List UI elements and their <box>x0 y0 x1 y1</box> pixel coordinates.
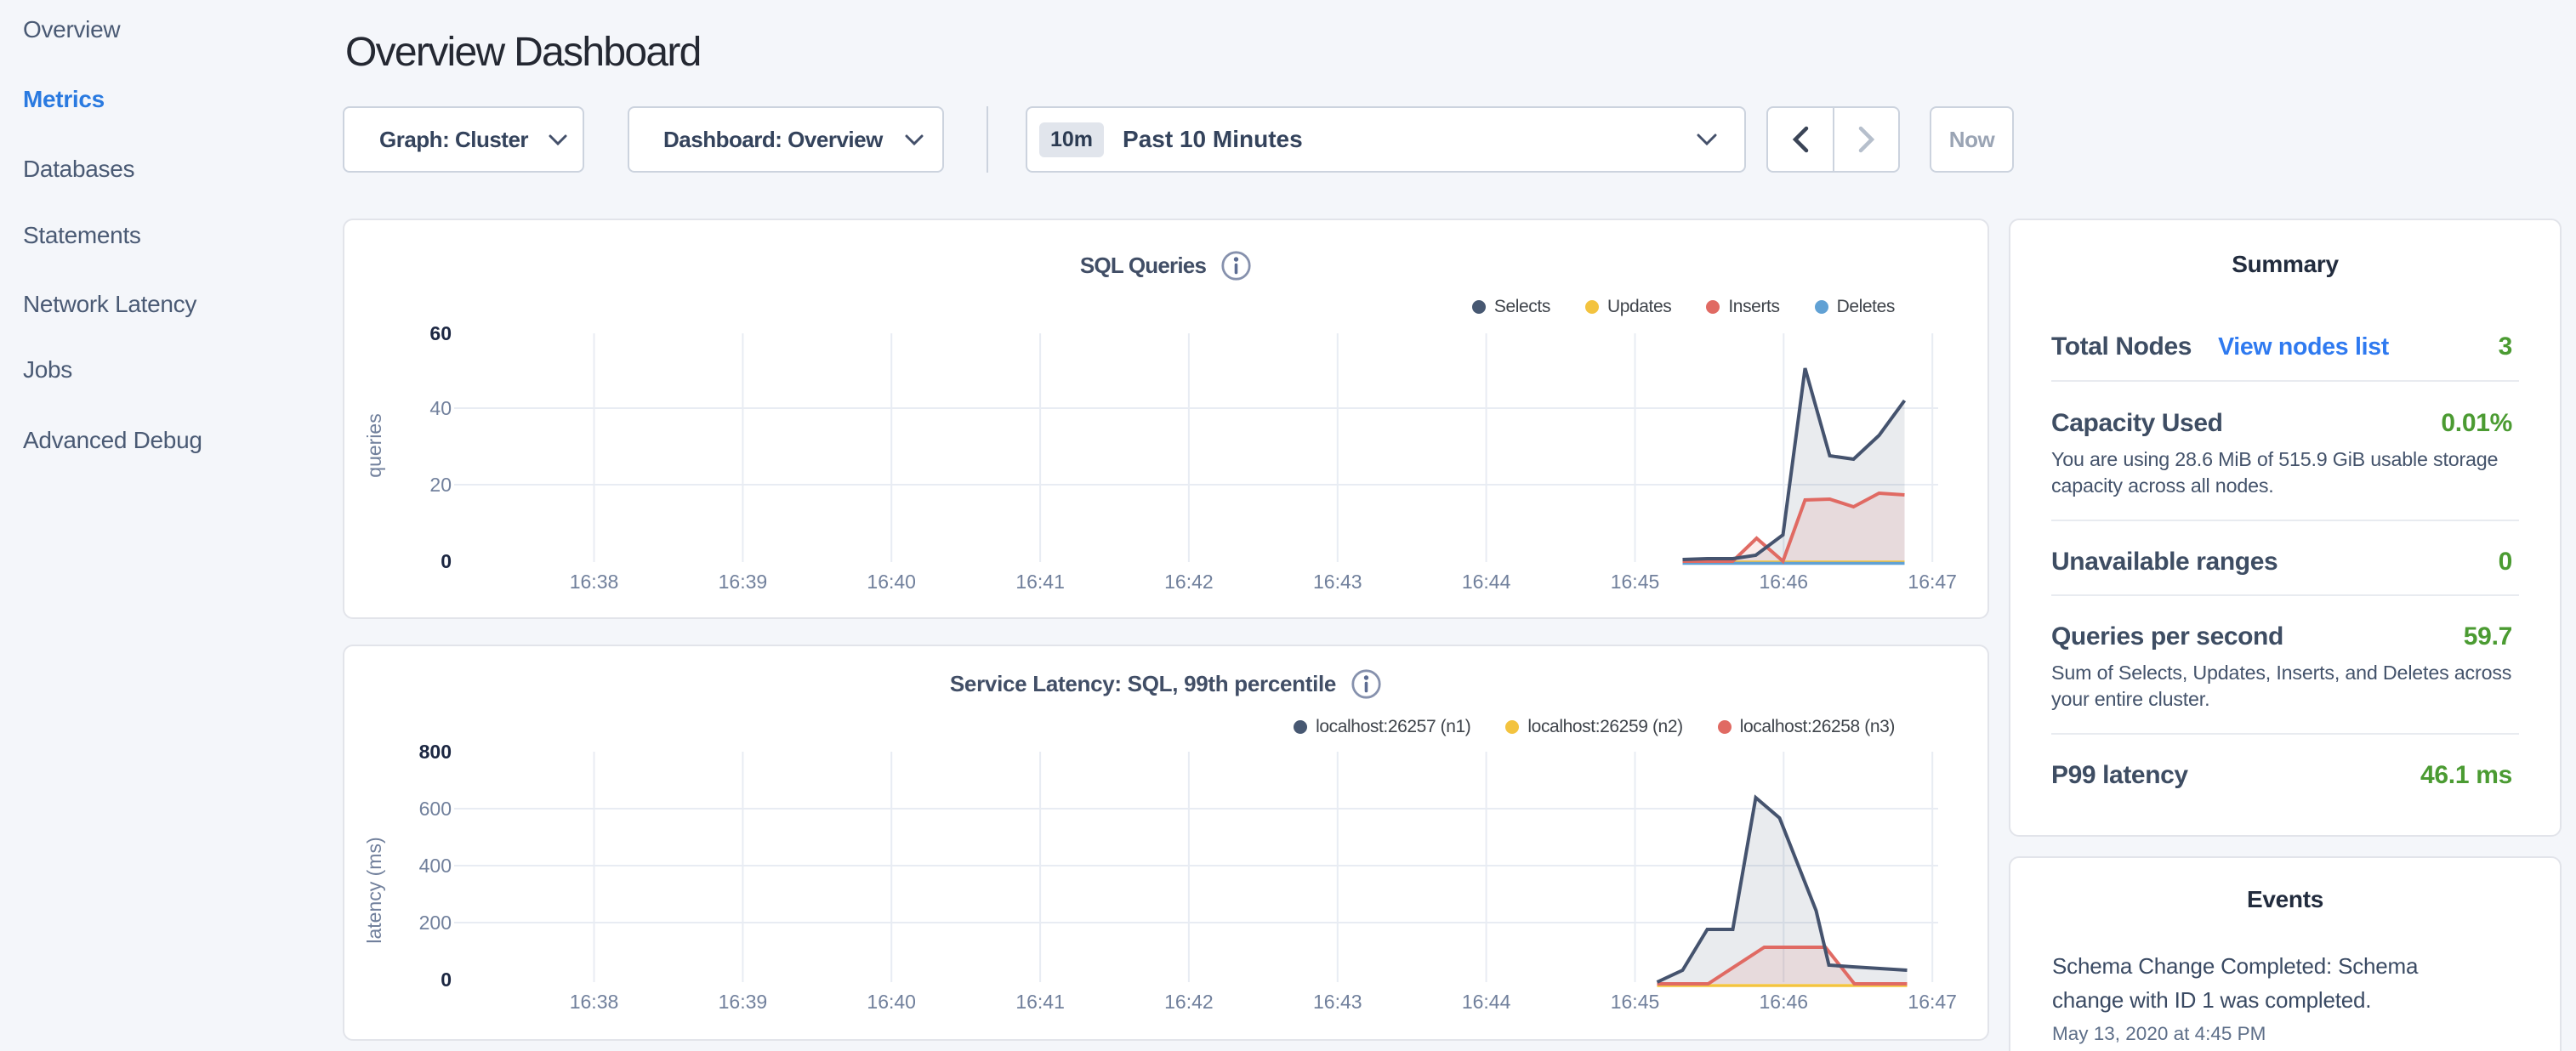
svg-text:16:40: 16:40 <box>867 991 916 1013</box>
svg-text:16:39: 16:39 <box>719 571 768 593</box>
svg-text:16:38: 16:38 <box>570 571 619 593</box>
svg-text:16:41: 16:41 <box>1015 991 1065 1013</box>
svg-text:600: 600 <box>419 798 452 820</box>
svg-text:400: 400 <box>419 855 452 877</box>
svg-text:40: 40 <box>429 397 452 419</box>
svg-text:16:46: 16:46 <box>1760 991 1809 1013</box>
svg-text:0: 0 <box>441 969 452 991</box>
svg-text:16:44: 16:44 <box>1462 991 1511 1013</box>
svg-text:16:42: 16:42 <box>1164 991 1214 1013</box>
svg-text:16:45: 16:45 <box>1611 571 1660 593</box>
svg-text:16:44: 16:44 <box>1462 571 1511 593</box>
svg-text:16:39: 16:39 <box>719 991 768 1013</box>
svg-text:20: 20 <box>429 474 452 496</box>
svg-text:16:40: 16:40 <box>867 571 916 593</box>
svg-text:16:46: 16:46 <box>1760 571 1809 593</box>
svg-text:200: 200 <box>419 912 452 934</box>
svg-text:800: 800 <box>419 741 452 763</box>
svg-text:16:43: 16:43 <box>1313 991 1362 1013</box>
svg-text:queries: queries <box>363 413 385 477</box>
svg-text:60: 60 <box>429 322 452 344</box>
svg-text:0: 0 <box>441 550 452 572</box>
svg-text:16:42: 16:42 <box>1164 571 1214 593</box>
svg-text:16:45: 16:45 <box>1611 991 1660 1013</box>
svg-text:latency (ms): latency (ms) <box>363 837 385 943</box>
svg-text:16:38: 16:38 <box>570 991 619 1013</box>
svg-text:16:41: 16:41 <box>1015 571 1065 593</box>
svg-text:16:47: 16:47 <box>1908 571 1957 593</box>
svg-text:16:43: 16:43 <box>1313 571 1362 593</box>
svg-text:16:47: 16:47 <box>1908 991 1957 1013</box>
